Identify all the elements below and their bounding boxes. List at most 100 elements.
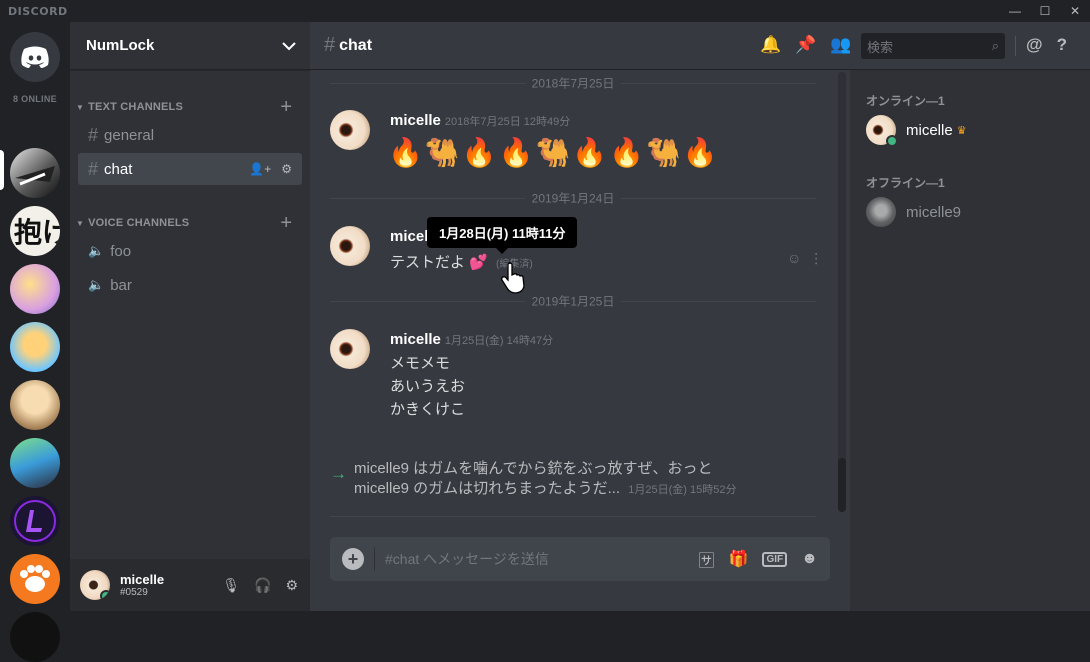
channel-name: bar bbox=[110, 276, 132, 294]
message-line: メモメモ bbox=[390, 355, 451, 372]
date-divider-label: 2018年7月25日 bbox=[525, 74, 621, 92]
author-name[interactable]: micelle bbox=[390, 112, 441, 129]
message-line: かきくけこ bbox=[390, 401, 466, 418]
pin-icon[interactable]: 📌 bbox=[795, 35, 816, 55]
avatar[interactable] bbox=[330, 226, 370, 266]
channel-chat[interactable]: # chat 👤+ ⚙ bbox=[78, 153, 302, 185]
message-composer: + #chat へメッセージを送信 🈂 🎁 GIF ☻ bbox=[330, 537, 830, 581]
gear-icon[interactable]: ⚙ bbox=[281, 162, 292, 176]
hash-icon: # bbox=[88, 158, 99, 179]
home-button[interactable] bbox=[10, 32, 60, 82]
category-voice-channels[interactable]: ▼ VOICE CHANNELS + bbox=[70, 213, 310, 233]
date-divider: 2019年1月25日 bbox=[330, 292, 816, 310]
member-name: micelle bbox=[906, 121, 953, 139]
tooltip: 1月28日(月) 11時11分 bbox=[427, 217, 578, 254]
date-divider-label: 2019年1月24日 bbox=[525, 189, 621, 207]
server-icon-8[interactable] bbox=[10, 554, 60, 604]
category-text-label: TEXT CHANNELS bbox=[88, 101, 184, 113]
scrollbar-thumb[interactable] bbox=[838, 458, 846, 512]
avatar[interactable] bbox=[80, 570, 110, 600]
channel-name: chat bbox=[104, 160, 133, 178]
join-arrow-icon: → bbox=[330, 464, 347, 483]
avatar[interactable] bbox=[330, 110, 370, 150]
message-body: テストだよ bbox=[390, 254, 466, 271]
server-icon-6[interactable] bbox=[10, 438, 60, 488]
hash-icon: # bbox=[88, 124, 99, 145]
close-button[interactable]: ✕ bbox=[1060, 0, 1090, 22]
help-icon[interactable]: ? bbox=[1057, 35, 1067, 55]
online-count: 8 ONLINE bbox=[13, 94, 57, 104]
server-icon-1[interactable] bbox=[10, 148, 60, 198]
speaker-icon: 🔈 bbox=[88, 277, 105, 292]
add-reaction-icon[interactable]: ☺ bbox=[787, 250, 801, 267]
discord-logo-icon bbox=[21, 46, 49, 68]
server-icon-5[interactable] bbox=[10, 380, 60, 430]
server-list: 8 ONLINE 抱け bbox=[0, 22, 70, 662]
category-chevron-icon: ▼ bbox=[76, 102, 85, 112]
selected-server-indicator bbox=[0, 150, 4, 190]
online-status-icon bbox=[886, 135, 898, 147]
server-icon-2[interactable]: 抱け bbox=[10, 206, 60, 256]
voice-channel-bar[interactable]: 🔈 bar bbox=[78, 269, 302, 301]
member-group-offline: オフライン—1 bbox=[866, 176, 945, 190]
date-divider: 2018年7月25日 bbox=[330, 74, 816, 92]
message-emoji: 🔥🐫🔥🔥🐫🔥🔥🐫🔥 bbox=[388, 137, 720, 168]
member-list-icon[interactable]: 👥 bbox=[830, 35, 851, 55]
upload-plus-icon[interactable]: + bbox=[342, 548, 364, 570]
category-text-channels[interactable]: ▼ TEXT CHANNELS + bbox=[70, 97, 310, 117]
maximize-button[interactable]: ☐ bbox=[1030, 0, 1060, 22]
more-options-icon[interactable]: ⋮ bbox=[809, 250, 823, 267]
message-timestamp: 1月25日(金) 14時47分 bbox=[444, 335, 554, 347]
system-message-text: micelle9 のガムは切れちまったようだ... bbox=[354, 480, 621, 497]
avatar bbox=[866, 115, 898, 147]
title-bar: DISCORD — ☐ ✕ bbox=[0, 0, 1090, 22]
member-name: micelle9 bbox=[906, 203, 962, 221]
server-icon-4[interactable] bbox=[10, 322, 60, 372]
category-chevron-icon: ▼ bbox=[76, 218, 85, 228]
gif-icon[interactable]: GIF bbox=[762, 551, 788, 567]
scrollbar-track[interactable] bbox=[838, 72, 846, 512]
message-author[interactable]: micelle 2018年7月25日 12時49分 bbox=[390, 112, 570, 129]
avatar[interactable] bbox=[330, 329, 370, 369]
create-text-channel-icon[interactable]: + bbox=[280, 97, 292, 117]
minimize-button[interactable]: — bbox=[1000, 0, 1030, 22]
system-message-line: micelle9 のガムは切れちまったようだ... 1月25日(金) 15時52… bbox=[354, 477, 736, 498]
voice-channel-foo[interactable]: 🔈 foo bbox=[78, 235, 302, 267]
channel-name: foo bbox=[110, 242, 132, 260]
message-list-end bbox=[330, 516, 816, 517]
member-item[interactable]: micelle ♛ bbox=[866, 114, 1066, 147]
server-icon-9[interactable] bbox=[10, 612, 60, 662]
online-status-icon bbox=[100, 590, 110, 600]
emoji-picker-icon[interactable]: ☻ bbox=[801, 550, 818, 568]
channel-name: general bbox=[104, 126, 155, 144]
message-timestamp: 1月25日(金) 15時52分 bbox=[628, 484, 737, 496]
member-list: オンライン—1 micelle ♛ オフライン—1 micelle9 bbox=[850, 70, 1090, 611]
member-item[interactable]: micelle9 bbox=[866, 196, 1066, 228]
member-group-online: オンライン—1 bbox=[866, 94, 945, 108]
mention-icon[interactable]: @ bbox=[1026, 35, 1043, 55]
search-icon: ⌕ bbox=[991, 38, 999, 53]
channel-header: # chat 🔔 📌 👥 検索 ⌕ @ ? bbox=[310, 22, 1090, 70]
bell-icon[interactable]: 🔔 bbox=[760, 35, 781, 55]
message-author[interactable]: micelle 1月25日(金) 14時47分 bbox=[390, 331, 553, 348]
search-input[interactable]: 検索 ⌕ bbox=[861, 33, 1005, 59]
create-voice-channel-icon[interactable]: + bbox=[280, 213, 292, 233]
message-input[interactable]: #chat へメッセージを送信 bbox=[385, 549, 699, 569]
gift-icon[interactable]: 🎁 bbox=[729, 549, 749, 569]
hand-cursor-icon bbox=[501, 262, 525, 294]
channel-title: chat bbox=[339, 36, 373, 54]
invite-member-icon[interactable]: 👤+ bbox=[249, 162, 271, 176]
author-name[interactable]: micelle bbox=[390, 331, 441, 348]
mute-mic-icon[interactable]: 🎙 bbox=[222, 577, 240, 594]
server-icon-7[interactable] bbox=[10, 496, 60, 546]
deafen-headphones-icon[interactable]: 🎧 bbox=[254, 577, 271, 594]
user-panel: micelle #0529 🎙 🎧 ⚙ bbox=[70, 559, 310, 611]
gear-icon[interactable]: ⚙ bbox=[285, 577, 298, 594]
server-icon-3[interactable] bbox=[10, 264, 60, 314]
translate-icon[interactable]: 🈂 bbox=[699, 547, 715, 571]
channel-general[interactable]: # general bbox=[78, 119, 302, 151]
date-divider: 2019年1月24日 bbox=[330, 189, 816, 207]
svg-text:抱け: 抱け bbox=[14, 216, 60, 249]
server-header[interactable]: NumLock bbox=[70, 22, 310, 70]
user-tag: #0529 bbox=[120, 587, 148, 598]
